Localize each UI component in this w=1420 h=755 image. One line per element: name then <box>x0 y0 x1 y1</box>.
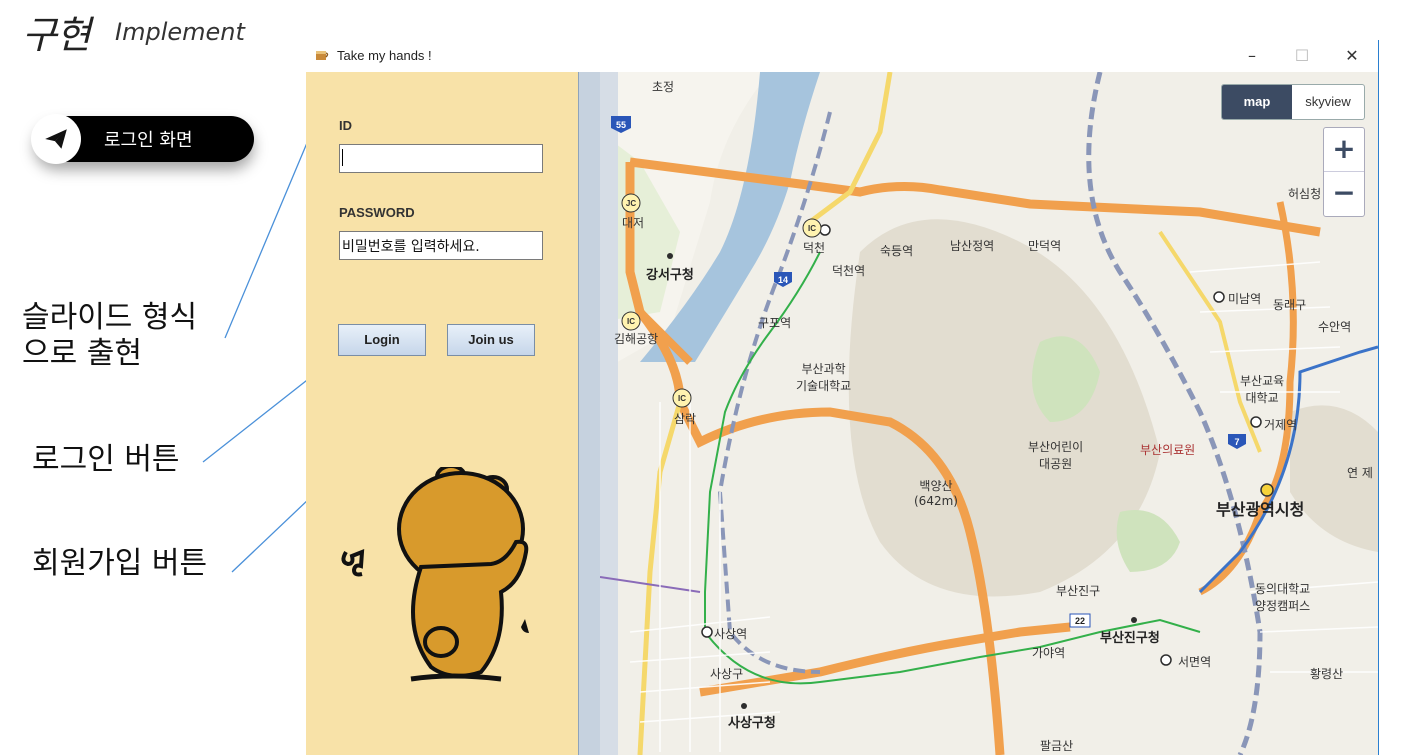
title-bar: Take my hands ! – ☐ ✕ <box>306 40 1378 72</box>
map-label: 사상구 <box>710 667 744 681</box>
map-view-button[interactable]: map <box>1222 85 1292 119</box>
map-type-toggle: map skyview <box>1221 84 1365 120</box>
map-label: 연 제 <box>1347 466 1373 480</box>
svg-text:55: 55 <box>616 120 626 130</box>
map-label: 동의대학교 양정캠퍼스 <box>1255 582 1311 613</box>
map-label: 숙등역 <box>880 244 914 258</box>
password-input[interactable]: 비밀번호를 입력하세요. <box>339 231 543 260</box>
map-label: 대저 <box>622 216 645 230</box>
map-label: 사상구청 <box>728 716 776 731</box>
map-label: 삼락 <box>674 412 697 426</box>
zoom-control: + − <box>1323 127 1365 217</box>
map-label: 남산정역 <box>950 239 995 253</box>
id-input[interactable] <box>339 144 543 173</box>
skyview-button[interactable]: skyview <box>1292 85 1364 119</box>
svg-text:7: 7 <box>1234 437 1239 447</box>
split-pane-divider[interactable] <box>578 72 602 755</box>
map-label: 미남역 <box>1228 292 1262 306</box>
map-label: 거제역 <box>1264 418 1298 432</box>
map-label: 부산어린이 대공원 <box>1028 440 1084 471</box>
app-window: Take my hands ! – ☐ ✕ ID PASSWORD 비밀번호를 … <box>306 40 1379 755</box>
map-label: 만덕역 <box>1028 239 1062 253</box>
svg-text:IC: IC <box>808 224 816 233</box>
map-tiles: JC IC IC IC 55 14 7 22 <box>600 72 1378 755</box>
map-view[interactable]: JC IC IC IC 55 14 7 22 초정 대저 강서구청 김해공항 덕천 덕… <box>600 72 1378 755</box>
maximize-button[interactable]: ☐ <box>1279 44 1325 68</box>
map-label: 팔금산 <box>1040 739 1074 753</box>
map-label: 강서구청 <box>646 268 694 283</box>
map-label: 수안역 <box>1318 320 1352 334</box>
svg-text:14: 14 <box>778 275 788 285</box>
bear-character-illustration <box>341 467 529 682</box>
map-label: 허심청 <box>1288 187 1322 201</box>
login-panel: ID PASSWORD 비밀번호를 입력하세요. Login Join us <box>306 72 578 755</box>
map-label: 부산진구 <box>1056 584 1101 598</box>
zoom-in-button[interactable]: + <box>1324 128 1364 172</box>
map-label: 부산의료원 <box>1140 443 1196 457</box>
map-label: 덕천역 <box>832 264 866 278</box>
map-label: 사상역 <box>714 627 748 641</box>
map-label: 황령산 <box>1310 667 1344 681</box>
map-label: 부산교육 대학교 <box>1240 374 1285 405</box>
map-label: 서면역 <box>1178 655 1212 669</box>
coffee-cup-icon <box>316 51 329 60</box>
map-label: 덕천 <box>803 241 826 255</box>
svg-text:22: 22 <box>1075 616 1085 626</box>
music-note-icon <box>521 619 529 633</box>
login-button[interactable]: Login <box>338 324 426 356</box>
map-label: 구포역 <box>758 316 792 330</box>
map-label: 김해공항 <box>614 332 659 346</box>
svg-text:IC: IC <box>627 317 635 326</box>
window-title: Take my hands ! <box>337 48 432 63</box>
map-label: 부산과학 기술대학교 <box>796 362 852 393</box>
svg-text:JC: JC <box>626 199 636 208</box>
map-label: 부산광역시청 <box>1216 500 1305 519</box>
close-button[interactable]: ✕ <box>1329 44 1375 68</box>
map-label: 부산진구청 <box>1100 631 1160 646</box>
join-button[interactable]: Join us <box>447 324 535 356</box>
map-label: 초정 <box>652 80 675 94</box>
map-label: 가야역 <box>1032 646 1066 660</box>
minimize-button[interactable]: – <box>1229 44 1275 68</box>
map-label: 동래구 <box>1273 298 1307 312</box>
svg-text:IC: IC <box>678 394 686 403</box>
password-label: PASSWORD <box>339 205 415 220</box>
id-label: ID <box>339 118 352 133</box>
map-label: 백양산 (642m) <box>914 479 958 508</box>
music-note-icon <box>341 548 365 577</box>
zoom-out-button[interactable]: − <box>1324 172 1364 215</box>
password-input-value: 비밀번호를 입력하세요. <box>342 239 480 255</box>
